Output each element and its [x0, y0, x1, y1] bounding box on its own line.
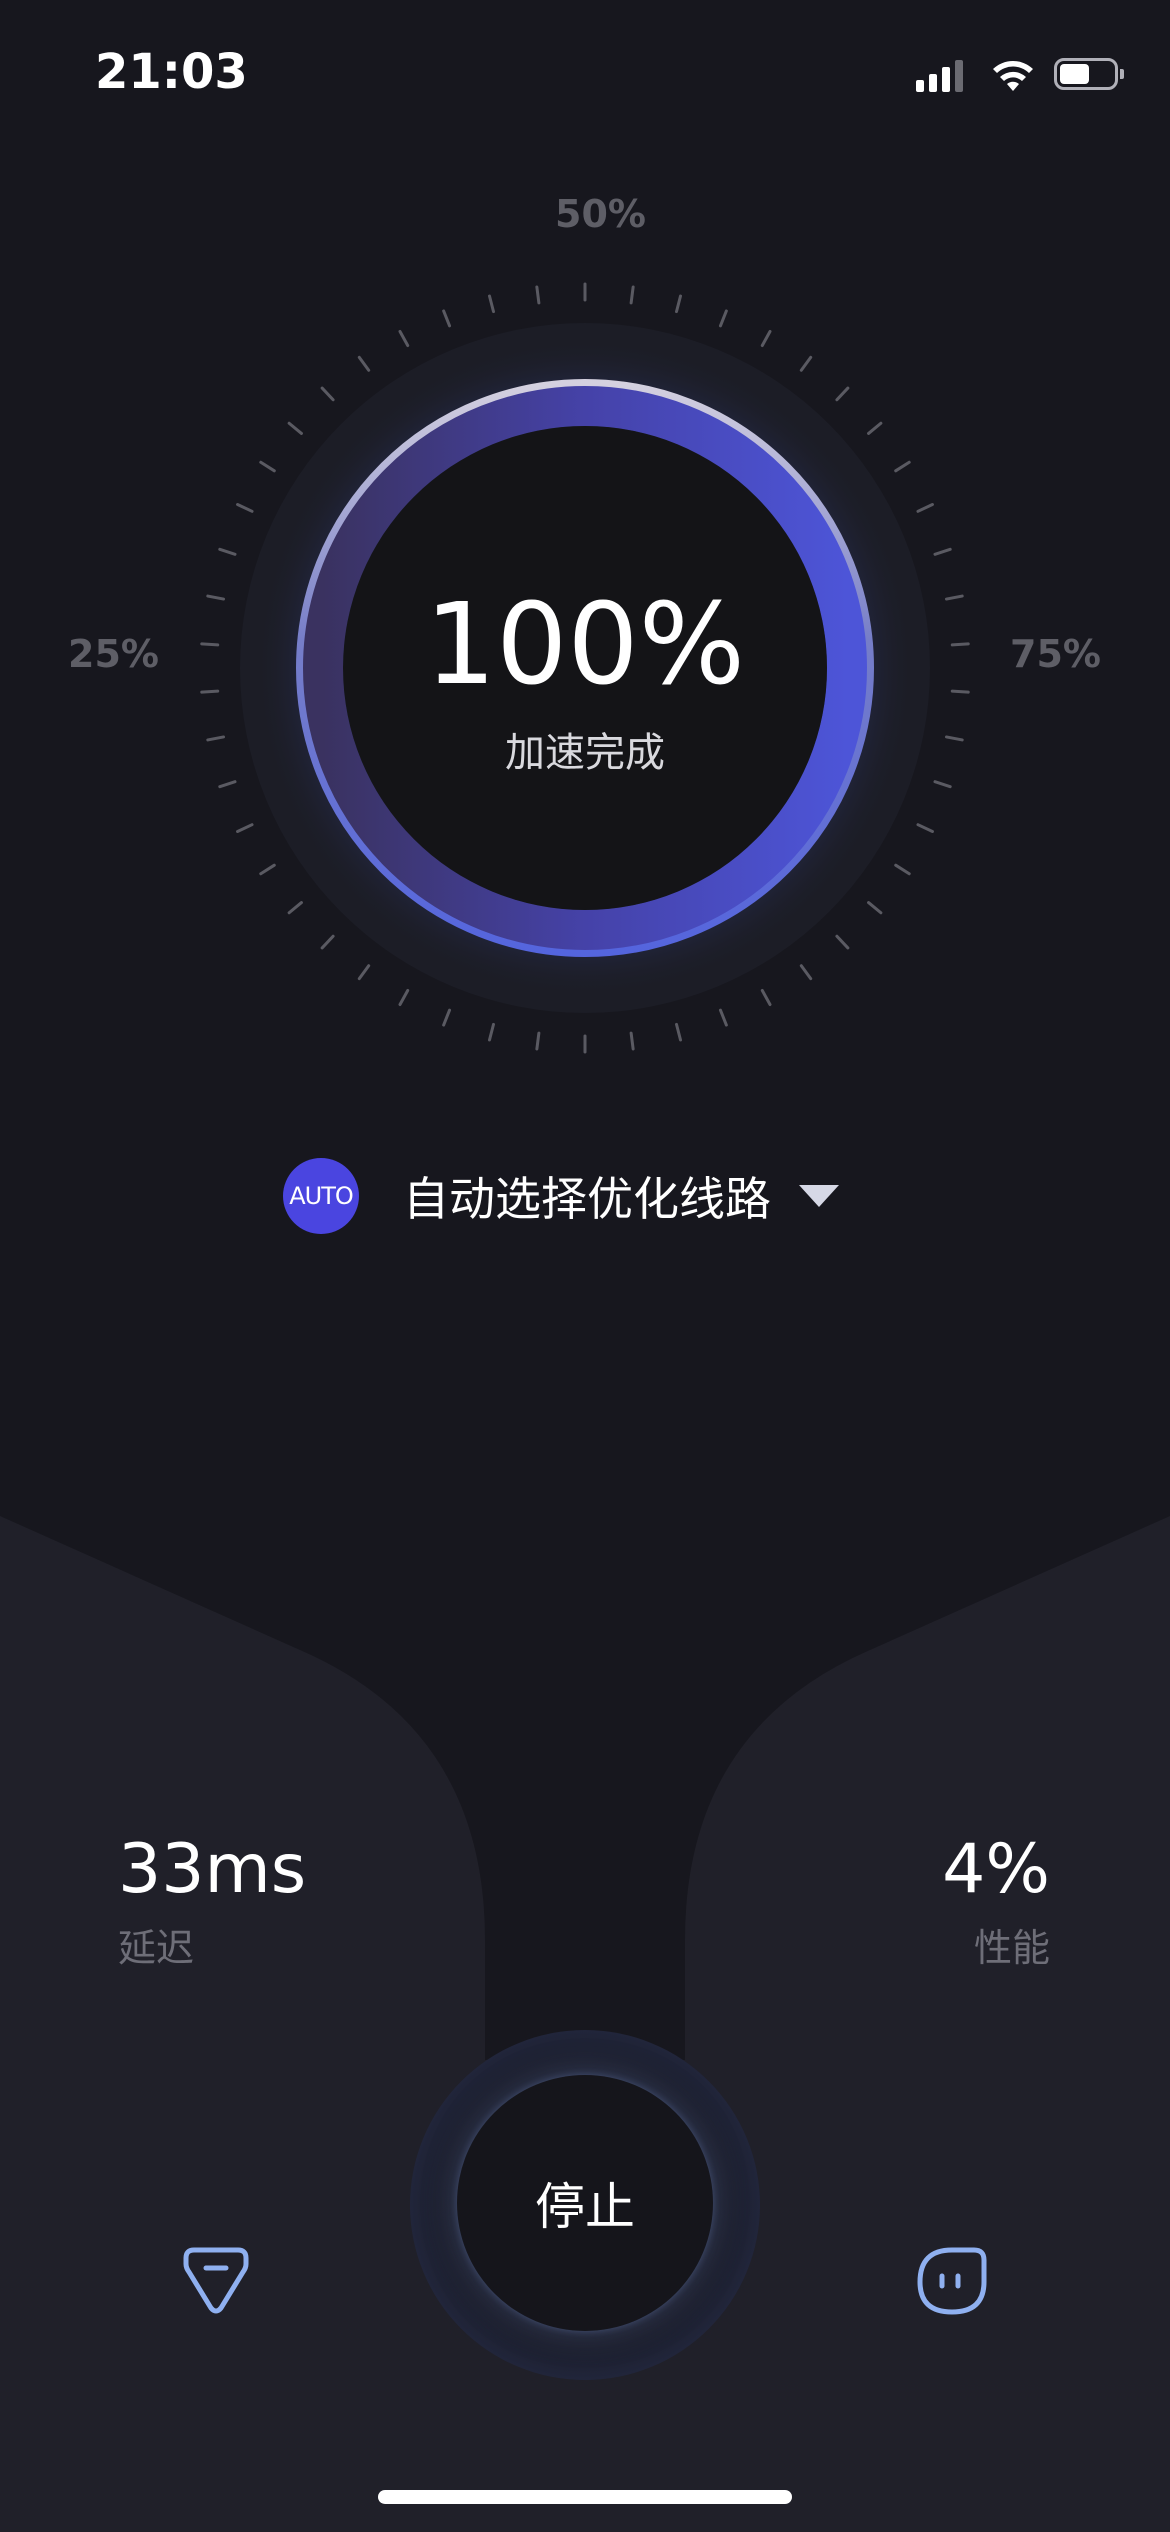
dial-tick	[357, 964, 371, 981]
screen: 21:03 50% 25% 75% 100% 加速完成 AUTO 自动选择优化线…	[0, 0, 1170, 2532]
dial-tick	[799, 964, 813, 981]
dial-tick	[320, 934, 335, 950]
dial-tick	[320, 386, 335, 402]
dial-tick	[287, 421, 303, 435]
dial-tick	[894, 460, 911, 473]
dial-tick	[760, 329, 772, 348]
dial-tick	[398, 988, 410, 1007]
dial-label-50: 50%	[555, 192, 646, 236]
auto-badge: AUTO	[283, 1158, 359, 1234]
dial-tick	[629, 1031, 635, 1051]
latency-stat: 33ms 延迟	[118, 1830, 306, 1972]
dial-tick	[835, 934, 850, 950]
face-icon[interactable]	[912, 2240, 992, 2320]
home-indicator[interactable]	[378, 2490, 792, 2504]
dial-tick	[442, 309, 452, 328]
dial-tick	[835, 386, 850, 402]
dial-tick	[218, 780, 237, 789]
dial-tick	[398, 329, 410, 348]
caret-down-icon	[799, 1185, 839, 1207]
dial-tick	[218, 547, 237, 556]
dial-tick	[916, 503, 934, 513]
performance-stat: 4% 性能	[942, 1830, 1050, 1972]
dial-tick	[488, 294, 495, 314]
dial-tick	[718, 309, 728, 328]
dial-tick	[442, 1008, 452, 1027]
dial-tick	[535, 1031, 541, 1051]
acceleration-status: 加速完成	[505, 730, 665, 776]
performance-label: 性能	[973, 1926, 1050, 1970]
dial-tick	[535, 285, 541, 305]
dial-tick	[488, 1022, 495, 1042]
dial-tick	[236, 823, 254, 833]
route-label: 自动选择优化线路	[403, 1172, 771, 1226]
dial-tick	[916, 823, 934, 833]
dial-tick	[357, 355, 371, 372]
dial-tick	[259, 460, 276, 473]
dial-tick	[718, 1008, 728, 1027]
latency-label: 延迟	[118, 1926, 195, 1970]
dial-tick	[259, 863, 276, 876]
gem-icon[interactable]	[176, 2240, 256, 2320]
stop-button[interactable]: 停止	[457, 2075, 713, 2331]
dial-tick	[675, 1022, 682, 1042]
dial-tick	[894, 863, 911, 876]
dial-tick	[629, 285, 635, 305]
dial-tick	[933, 547, 952, 556]
dial-tick	[867, 421, 883, 435]
dial-tick	[867, 901, 883, 915]
speed-dial: 50% 25% 75% 100% 加速完成	[0, 0, 1170, 1150]
latency-value: 33ms	[118, 1830, 307, 1909]
dial-tick	[287, 901, 303, 915]
dial-tick	[675, 294, 682, 314]
acceleration-percent: 100%	[424, 580, 746, 710]
dial-tick	[933, 780, 952, 789]
dial-graphic	[200, 282, 970, 1054]
dial-tick	[799, 355, 813, 372]
dial-tick	[236, 503, 254, 513]
performance-value: 4%	[942, 1830, 1050, 1909]
route-selector[interactable]: AUTO 自动选择优化线路	[283, 1158, 839, 1234]
dial-tick	[760, 988, 772, 1007]
